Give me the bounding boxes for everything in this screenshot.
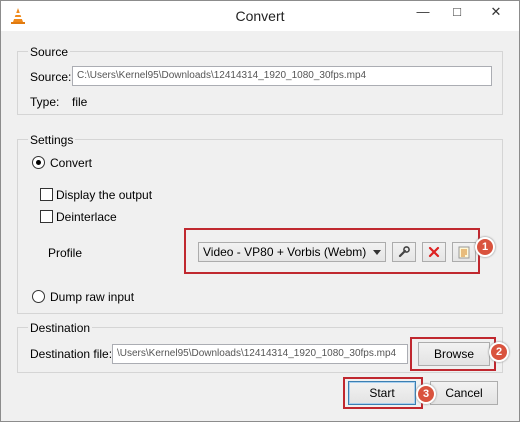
source-group-title: Source [28, 45, 71, 59]
dump-raw-label[interactable]: Dump raw input [50, 290, 134, 304]
destination-file-label: Destination file: [30, 347, 113, 361]
type-value: file [72, 95, 88, 109]
source-label: Source: [30, 70, 72, 84]
minimize-button[interactable]: — [406, 1, 440, 23]
convert-radio[interactable] [32, 156, 45, 169]
cancel-button[interactable]: Cancel [430, 381, 498, 405]
display-output-checkbox[interactable] [40, 188, 53, 201]
deinterlace-label[interactable]: Deinterlace [56, 210, 117, 224]
profile-label: Profile [48, 246, 83, 260]
close-button[interactable]: ✕ [473, 1, 519, 23]
browse-highlight-box [410, 337, 496, 371]
step-badge-3: 3 [416, 384, 436, 404]
settings-group: Settings Convert Display the output Dein… [17, 133, 503, 314]
maximize-button[interactable]: □ [440, 1, 474, 23]
display-output-label[interactable]: Display the output [56, 188, 152, 202]
dump-raw-radio[interactable] [32, 290, 45, 303]
step-badge-1: 1 [475, 237, 495, 257]
convert-radio-label[interactable]: Convert [50, 156, 92, 170]
profile-highlight-box [184, 228, 480, 274]
deinterlace-checkbox[interactable] [40, 210, 53, 223]
source-path-field[interactable]: C:\Users\Kernel95\Downloads\12414314_192… [72, 66, 492, 86]
step-badge-2: 2 [489, 342, 509, 362]
settings-group-title: Settings [28, 133, 76, 147]
source-group: Source Source: C:\Users\Kernel95\Downloa… [17, 45, 503, 115]
convert-dialog: Convert — □ ✕ Source Source: C:\Users\Ke… [0, 0, 520, 422]
title-bar: Convert — □ ✕ [1, 1, 519, 31]
destination-path-field[interactable]: \Users\Kernel95\Downloads\12414314_1920_… [112, 344, 408, 364]
type-label: Type: [30, 95, 60, 109]
destination-group-title: Destination [28, 321, 93, 335]
start-highlight-box [343, 377, 423, 409]
